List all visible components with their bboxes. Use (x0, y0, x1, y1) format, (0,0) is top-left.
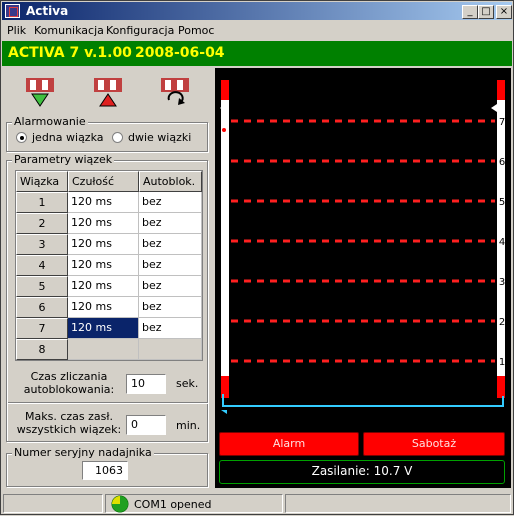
radio-one-beam-label[interactable]: jedna wiązka (32, 131, 104, 144)
version-date: 2008-06-04 (135, 45, 225, 61)
maximize-button[interactable]: □ (478, 5, 494, 19)
beam-sensitivity-cell[interactable] (68, 339, 139, 360)
tool-down-icon[interactable] (24, 76, 56, 108)
beam-visualization: 7 6 5 4 3 2 1 (220, 80, 505, 414)
col-header-autoblock[interactable]: Autoblok. (139, 171, 202, 192)
count-time-label-1: Czas zliczania (30, 370, 108, 383)
tool-refresh-icon[interactable] (159, 76, 191, 108)
sabotage-button[interactable]: Sabotaż (363, 432, 505, 456)
divider (8, 402, 208, 404)
app-window: Activa _ □ × Plik Komunikacja Konfigurac… (0, 0, 514, 515)
radio-one-beam[interactable] (16, 132, 27, 143)
beam-autoblock-cell[interactable]: bez (139, 255, 202, 276)
col-header-sensitivity[interactable]: Czułość (68, 171, 139, 192)
beam-sensitivity-cell[interactable]: 120 ms (68, 276, 139, 297)
right-arrow-icon (491, 104, 497, 112)
beam-autoblock-cell[interactable]: bez (139, 318, 202, 339)
alarm-group-title: Alarmowanie (12, 115, 88, 128)
beam-row-number[interactable]: 7 (16, 318, 68, 339)
port-status: COM1 opened (134, 498, 212, 511)
version-label: ACTIVA 7 v.1.00 (8, 45, 132, 61)
beam-row-number[interactable]: 3 (16, 234, 68, 255)
serial-input[interactable]: 1063 (82, 461, 128, 480)
max-time-label-1: Maks. czas zasł. (25, 410, 113, 423)
frame-arrow-icon (221, 410, 227, 414)
alarm-button[interactable]: Alarm (219, 432, 359, 456)
power-status: Zasilanie: 10.7 V (219, 460, 505, 484)
beam-number-label: 2 (499, 317, 505, 328)
menu-pomoc[interactable]: Pomoc (178, 24, 214, 37)
app-icon (5, 4, 20, 18)
menu-plik[interactable]: Plik (7, 24, 26, 37)
beam-number-label: 1 (499, 357, 505, 368)
beam-row-number[interactable]: 1 (16, 192, 68, 213)
left-post (221, 80, 229, 398)
beams-table: Wiązka Czułość Autoblok. 1 120 ms bez 2 120 … (15, 170, 203, 361)
beam-number-label: 5 (499, 197, 505, 208)
radio-two-beams-label[interactable]: dwie wiązki (128, 131, 191, 144)
window-title: Activa (26, 4, 69, 18)
beam-sensitivity-cell[interactable]: 120 ms (68, 213, 139, 234)
beam-number-label: 6 (499, 157, 505, 168)
left-post-top-cap (221, 80, 229, 100)
beam-number-label: 3 (499, 277, 505, 288)
beam-number-label: 4 (499, 237, 505, 248)
connection-icon (111, 495, 129, 513)
count-time-label-2: autoblokowania: (23, 383, 115, 396)
beam-row-number[interactable]: 8 (16, 339, 68, 360)
beam-autoblock-cell[interactable]: bez (139, 276, 202, 297)
close-button[interactable]: × (496, 5, 512, 19)
beam-autoblock-cell[interactable] (139, 339, 202, 360)
title-bar[interactable]: Activa _ □ × (2, 2, 512, 20)
minimize-button[interactable]: _ (462, 5, 478, 19)
beam-sensitivity-cell[interactable]: 120 ms (68, 297, 139, 318)
col-header-beam[interactable]: Wiązka (16, 171, 68, 192)
menu-komunikacja[interactable]: Komunikacja (34, 24, 104, 37)
menu-bar: Plik Komunikacja Konfiguracja Pomoc (2, 21, 512, 40)
max-time-label-2: wszystkich wiązek: (16, 423, 122, 436)
connection-frame (222, 394, 504, 407)
beam-sensitivity-cell[interactable]: 120 ms (68, 234, 139, 255)
beam-autoblock-cell[interactable]: bez (139, 213, 202, 234)
left-post-dot (222, 128, 226, 132)
serial-group-title: Numer seryjny nadajnika (12, 446, 154, 459)
max-time-input[interactable]: 0 (126, 415, 166, 435)
max-time-unit: min. (176, 419, 201, 432)
right-post-bottom-cap (497, 376, 505, 398)
beam-sensitivity-cell[interactable]: 120 ms (68, 192, 139, 213)
count-time-unit: sek. (176, 377, 199, 390)
beam-row-number[interactable]: 5 (16, 276, 68, 297)
beam-row-number[interactable]: 2 (16, 213, 68, 234)
beam-row-number[interactable]: 6 (16, 297, 68, 318)
radio-two-beams[interactable] (112, 132, 123, 143)
count-time-input[interactable]: 10 (126, 374, 166, 394)
menu-konfiguracja[interactable]: Konfiguracja (106, 24, 174, 37)
right-post-top-cap (497, 80, 505, 100)
status-pane-3 (285, 494, 511, 513)
beam-autoblock-cell[interactable]: bez (139, 297, 202, 318)
beams-group-title: Parametry wiązek (12, 153, 115, 166)
beam-number-label: 7 (499, 117, 505, 128)
beam-autoblock-cell[interactable]: bez (139, 234, 202, 255)
left-panel: Alarmowanie jedna wiązka dwie wiązki Par… (4, 68, 212, 488)
beam-sensitivity-cell[interactable]: 120 ms (68, 255, 139, 276)
beam-row-number[interactable]: 4 (16, 255, 68, 276)
tool-up-icon[interactable] (92, 76, 124, 108)
beam-display: 7 6 5 4 3 2 1 Alarm Sabotaż Zasilanie: 10.7 V (215, 68, 511, 488)
beam-autoblock-cell[interactable]: bez (139, 192, 202, 213)
beam-sensitivity-cell[interactable]: 120 ms (68, 318, 139, 339)
status-pane-1 (3, 494, 103, 513)
version-bar: ACTIVA 7 v.1.00 2008-06-04 (2, 41, 512, 66)
status-bar: COM1 opened (3, 494, 513, 514)
